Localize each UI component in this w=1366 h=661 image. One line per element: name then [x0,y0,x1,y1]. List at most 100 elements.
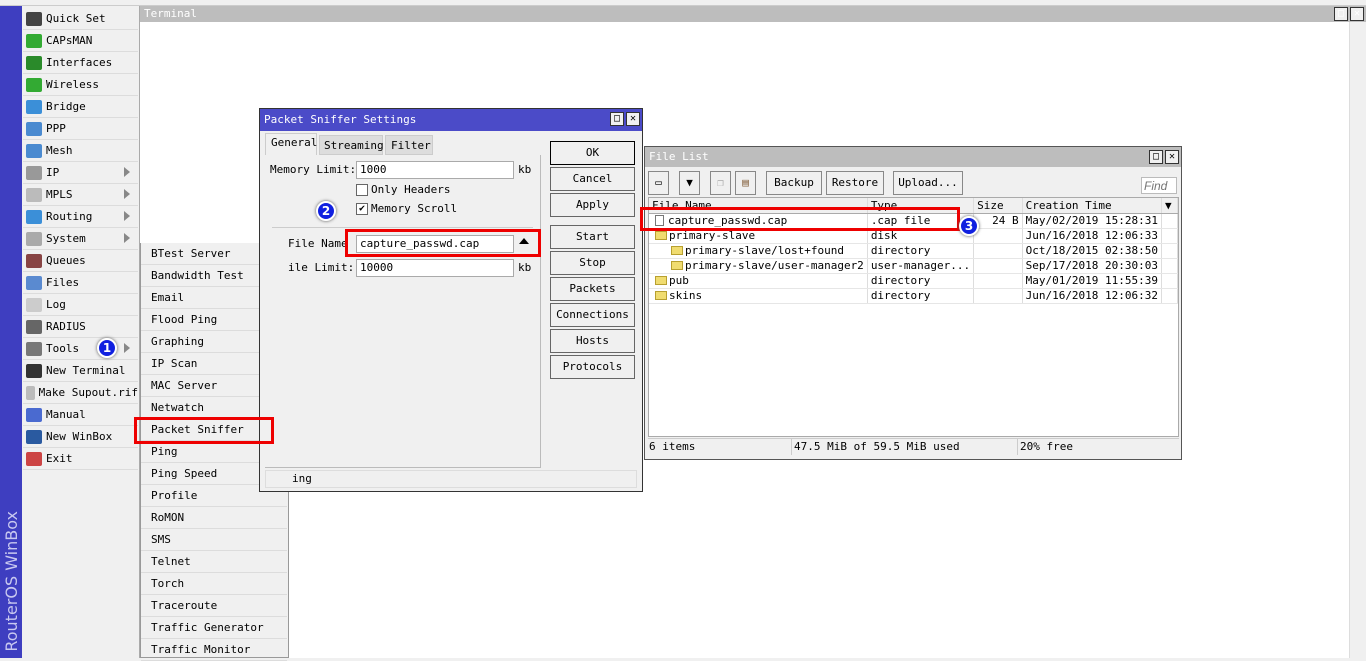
menu-item-ppp[interactable]: PPP [23,118,138,140]
network-card-icon [26,55,42,70]
menu-item-label: System [46,232,86,245]
ok-button[interactable]: OK [550,141,635,165]
menu-item-make-supout-rif[interactable]: Make Supout.rif [23,382,138,404]
submenu-item-torch[interactable]: Torch [141,573,287,595]
menu-item-capsman[interactable]: CAPsMAN [23,30,138,52]
menu-item-bridge[interactable]: Bridge [23,96,138,118]
find-input[interactable] [1141,177,1177,194]
menu-item-label: Tools [46,342,80,355]
submenu-arrow-icon [124,233,130,243]
apply-button[interactable]: Apply [550,193,635,217]
protocols-button[interactable]: Protocols [550,355,635,379]
stop-button[interactable]: Stop [550,251,635,275]
menu-item-tools[interactable]: Tools [23,338,138,360]
restore-button[interactable]: Restore [826,171,884,195]
cancel-button[interactable]: Cancel [550,167,635,191]
submenu-item-traffic-generator[interactable]: Traffic Generator [141,617,287,639]
file-name: primary-slave/lost+found [685,244,844,257]
copy-icon[interactable]: ❐ [710,171,731,195]
mpls-icon [26,187,42,202]
column-menu-icon[interactable]: ▼ [1161,198,1178,214]
empty-cell [1161,273,1178,289]
menu-item-new-winbox[interactable]: New WinBox [23,426,138,448]
menu-item-label: PPP [46,122,66,135]
maximize-icon[interactable]: □ [610,112,624,126]
menu-item-mpls[interactable]: MPLS [23,184,138,206]
maximize-icon[interactable]: □ [1149,150,1163,164]
menu-item-system[interactable]: System [23,228,138,250]
close-icon[interactable]: ✕ [1350,7,1364,21]
menu-item-label: Wireless [46,78,99,91]
menu-item-mesh[interactable]: Mesh [23,140,138,162]
only-headers-checkbox[interactable] [356,184,368,196]
submenu-item-romon[interactable]: RoMON [141,507,287,529]
menu-item-label: CAPsMAN [46,34,93,47]
filter-icon[interactable]: ▼ [679,171,700,195]
radius-icon [26,319,42,334]
menu-item-ip[interactable]: IP [23,162,138,184]
hosts-button[interactable]: Hosts [550,329,635,353]
submenu-item-sms[interactable]: SMS [141,529,287,551]
terminal-title-bar[interactable]: Terminal □ ✕ [140,6,1366,22]
file-creation-time: Sep/17/2018 20:30:03 [1022,258,1163,274]
column-creation-time[interactable]: Creation Time [1022,198,1163,214]
terminal-scrollbar[interactable] [1349,22,1366,658]
menu-item-routing[interactable]: Routing [23,206,138,228]
menu-item-radius[interactable]: RADIUS [23,316,138,338]
upload-button[interactable]: Upload... [893,171,963,195]
close-icon[interactable]: ✕ [626,112,640,126]
file-list-title-bar[interactable]: File List □ ✕ [645,147,1181,167]
remove-button[interactable]: ▭ [648,171,669,195]
file-row[interactable]: skins directory Jun/16/2018 12:06:32 [649,288,1178,304]
antenna-icon [26,33,42,48]
file-creation-time: May/02/2019 15:28:31 [1022,213,1163,229]
file-row[interactable]: pub directory May/01/2019 11:55:39 [649,273,1178,289]
menu-item-wireless[interactable]: Wireless [23,74,138,96]
file-creation-time: Oct/18/2015 02:38:50 [1022,243,1163,259]
menu-item-queues[interactable]: Queues [23,250,138,272]
file-row[interactable]: primary-slave/lost+found directory Oct/18/… [649,243,1178,259]
menu-item-log[interactable]: Log [23,294,138,316]
menu-item-label: Mesh [46,144,73,157]
menu-item-label: IP [46,166,60,179]
disk-free: 20% free [1020,440,1073,453]
file-limit-input[interactable]: 10000 [356,259,514,277]
folder-icon [655,276,667,285]
close-icon[interactable]: ✕ [1165,150,1179,164]
menu-item-new-terminal[interactable]: New Terminal [23,360,138,382]
tab-filter[interactable]: Filter [385,135,433,155]
sniffer-title: Packet Sniffer Settings [264,113,417,126]
tools-icon [26,341,42,356]
highlight-packet-sniffer [134,417,274,444]
menu-item-manual[interactable]: Manual [23,404,138,426]
wand-icon [26,11,42,26]
column-size[interactable]: Size [973,198,1023,214]
maximize-icon[interactable]: □ [1334,7,1348,21]
paste-icon[interactable]: ▤ [735,171,756,195]
empty-cell [1161,228,1178,244]
packet-sniffer-window: Packet Sniffer Settings □ ✕ General Strea… [259,108,643,492]
memory-scroll-checkbox[interactable]: ✔ [356,203,368,215]
start-button[interactable]: Start [550,225,635,249]
memory-limit-input[interactable]: 1000 [356,161,514,179]
menu-item-exit[interactable]: Exit [23,448,138,470]
submenu-item-telnet[interactable]: Telnet [141,551,287,573]
sniffer-title-bar[interactable]: Packet Sniffer Settings □ ✕ [260,109,642,131]
folder-icon [26,275,42,290]
packets-button[interactable]: Packets [550,277,635,301]
menu-item-quick-set[interactable]: Quick Set [23,8,138,30]
submenu-arrow-icon [124,167,130,177]
menu-item-interfaces[interactable]: Interfaces [23,52,138,74]
file-list-window: File List □ ✕ ▭ ▼ ❐ ▤ Backup Restore Uplo… [644,146,1182,460]
submenu-item-traceroute[interactable]: Traceroute [141,595,287,617]
menu-item-files[interactable]: Files [23,272,138,294]
file-creation-time: Jun/16/2018 12:06:32 [1022,288,1163,304]
backup-button[interactable]: Backup [766,171,822,195]
sniffer-status-bar: ing [265,470,637,488]
tab-general[interactable]: General [265,133,317,155]
file-row[interactable]: primary-slave/user-manager2 user-manager.… [649,258,1178,274]
file-limit-unit: kb [518,261,532,274]
connections-button[interactable]: Connections [550,303,635,327]
folder-icon [655,291,667,300]
tab-streaming[interactable]: Streaming [319,135,384,155]
